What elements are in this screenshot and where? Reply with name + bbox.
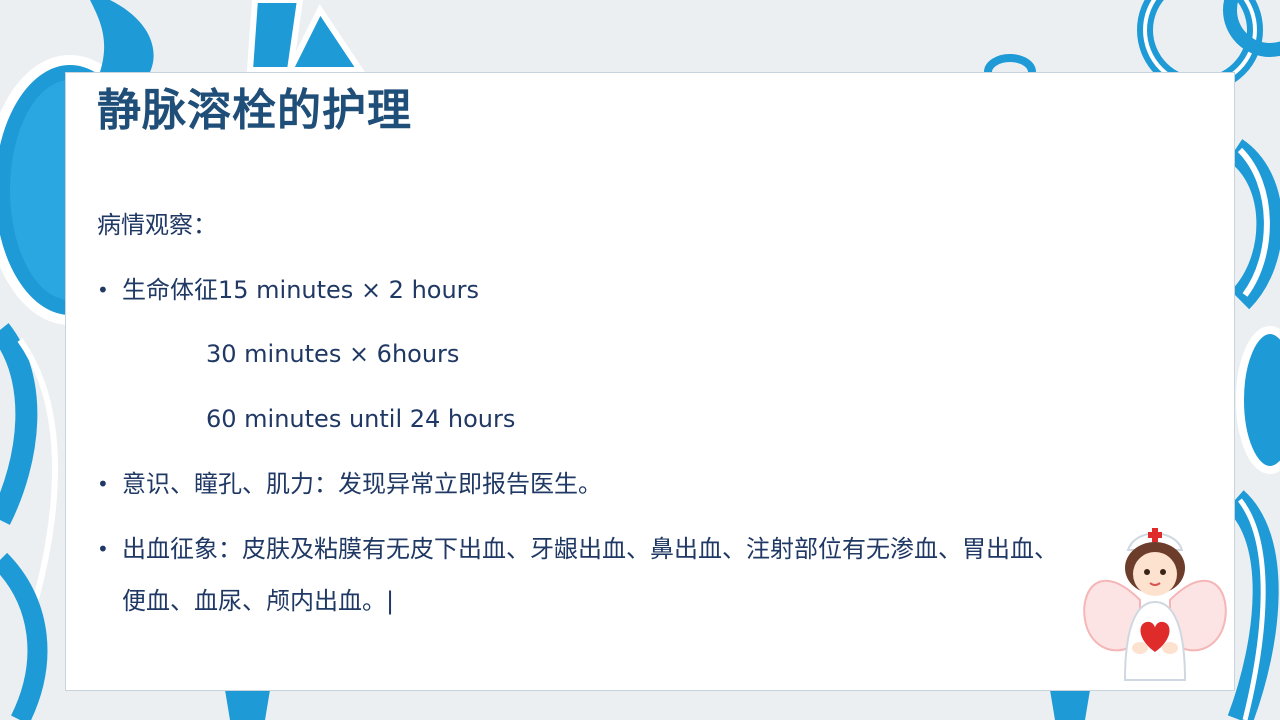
bullet-marker: •	[97, 537, 109, 561]
section-label: 病情观察：	[97, 211, 217, 239]
bullet-consciousness: 意识、瞳孔、肌力：发现异常立即报告医生。	[122, 470, 602, 498]
vital-signs-interval-3: 60 minutes until 24 hours	[206, 405, 516, 433]
vital-signs-interval-2: 30 minutes × 6hours	[206, 340, 460, 368]
bullet-vital-signs: 生命体征15 minutes × 2 hours	[122, 276, 480, 304]
bullet-marker: •	[97, 278, 109, 302]
bullet-marker: •	[97, 472, 109, 496]
bullet-bleeding-signs-line1: 出血征象：皮肤及粘膜有无皮下出血、牙龈出血、鼻出血、注射部位有无渗血、胃出血、	[122, 535, 1058, 563]
bullet-bleeding-signs-line2: 便血、血尿、颅内出血。|	[122, 587, 395, 615]
nurse-angel-illustration	[1083, 528, 1227, 681]
slide-title: 静脉溶栓的护理	[97, 85, 412, 136]
